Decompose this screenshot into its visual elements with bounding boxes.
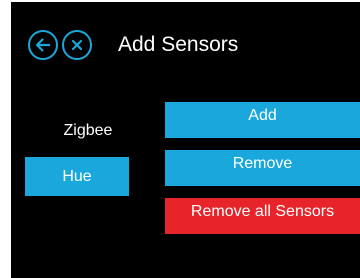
arrow-left-icon (35, 38, 51, 52)
protocol-label-zigbee: Zigbee (63, 122, 113, 139)
remove-all-sensors-button[interactable]: Remove all Sensors (165, 198, 360, 234)
back-button[interactable] (28, 30, 58, 60)
page-title: Add Sensors (118, 33, 239, 56)
add-button[interactable]: Add (165, 102, 360, 138)
app-screen: Add Sensors Zigbee Hue Add Remove Remove… (11, 2, 360, 278)
close-button[interactable] (62, 30, 92, 60)
close-icon (71, 39, 83, 51)
remove-button[interactable]: Remove (165, 150, 360, 186)
protocol-button-hue[interactable]: Hue (25, 157, 129, 196)
